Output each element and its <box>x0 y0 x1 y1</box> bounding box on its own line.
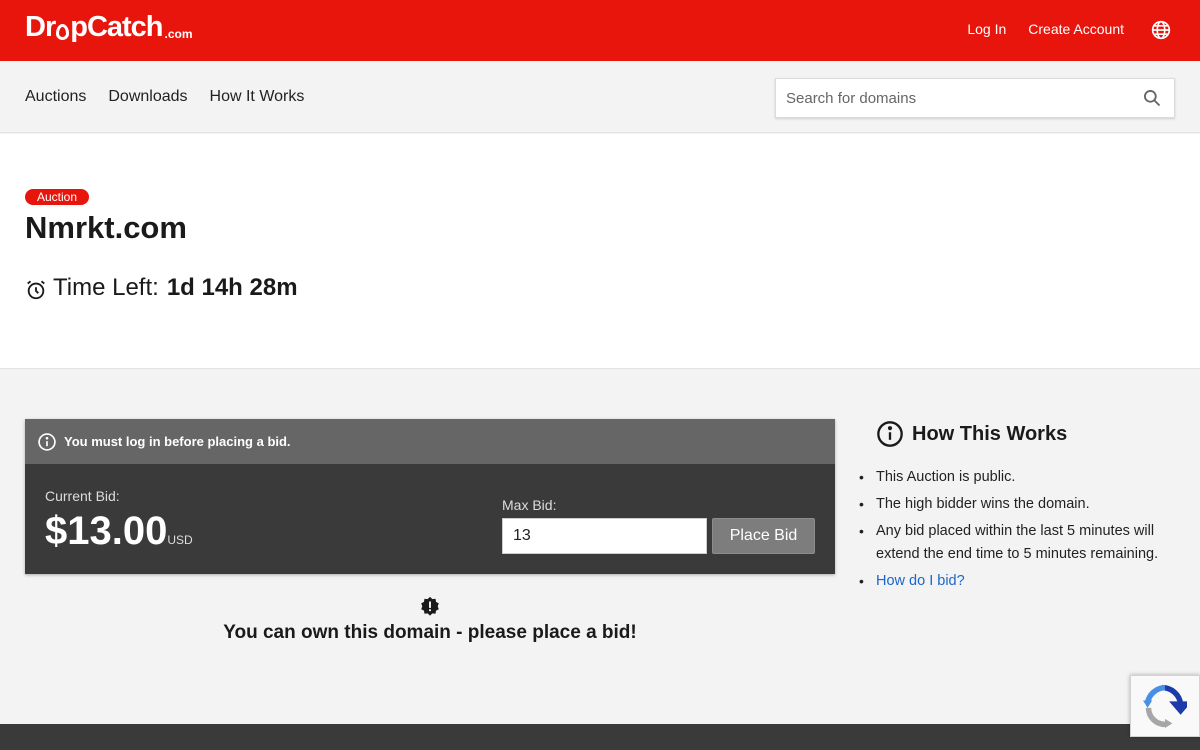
globe-icon[interactable] <box>1151 20 1171 40</box>
max-bid-input[interactable] <box>502 518 707 554</box>
alert-badge-icon <box>421 596 439 616</box>
time-left-value: 1d 14h 28m <box>166 274 298 301</box>
domain-title: Nmrkt.com <box>25 210 187 245</box>
auction-badge: Auction <box>25 189 90 205</box>
max-bid-label: Max Bid: <box>502 497 557 513</box>
auction-hero: Auction Nmrkt.com Time Left: 1d 14h 28m <box>0 134 1200 369</box>
alarm-clock-icon <box>27 280 45 299</box>
recaptcha-badge[interactable] <box>1130 675 1200 737</box>
nav-how-it-works[interactable]: How It Works <box>210 88 305 106</box>
how-do-i-bid-link[interactable]: How do I bid? <box>876 573 965 589</box>
recaptcha-icon <box>1143 684 1187 728</box>
how-this-works-heading: How This Works <box>876 420 1186 448</box>
search-icon[interactable] <box>1142 88 1162 108</box>
place-bid-button[interactable]: Place Bid <box>712 518 815 554</box>
current-bid-label: Current Bid: <box>45 488 120 504</box>
search-input[interactable] <box>776 79 1126 117</box>
search-box <box>775 78 1175 118</box>
nav-downloads[interactable]: Downloads <box>108 88 187 106</box>
list-item: This Auction is public. <box>859 466 1186 489</box>
nav-bar: Auctions Downloads How It Works <box>0 61 1200 133</box>
currency-label: USD <box>167 533 193 547</box>
login-link[interactable]: Log In <box>967 21 1006 37</box>
footer <box>0 724 1200 750</box>
how-this-works: How This Works This Auction is public. T… <box>859 420 1186 597</box>
info-icon <box>38 432 56 451</box>
list-item: How do I bid? <box>859 570 1186 593</box>
top-bar: Dr pCatch .com Log In Create Account <box>0 0 1200 61</box>
info-icon <box>877 421 903 447</box>
drop-icon <box>56 24 70 40</box>
nav-auctions[interactable]: Auctions <box>25 88 86 106</box>
time-left: Time Left: 1d 14h 28m <box>25 274 298 302</box>
current-bid-amount: $13.00USD <box>45 509 193 553</box>
bid-panel: You must log in before placing a bid. Cu… <box>25 419 835 574</box>
list-item: Any bid placed within the last 5 minutes… <box>859 520 1186 566</box>
own-domain-message: You can own this domain - please place a… <box>25 596 835 644</box>
create-account-link[interactable]: Create Account <box>1028 21 1124 37</box>
login-notice: You must log in before placing a bid. <box>25 419 835 464</box>
dropcatch-logo[interactable]: Dr pCatch .com <box>25 11 193 44</box>
list-item: The high bidder wins the domain. <box>859 493 1186 516</box>
